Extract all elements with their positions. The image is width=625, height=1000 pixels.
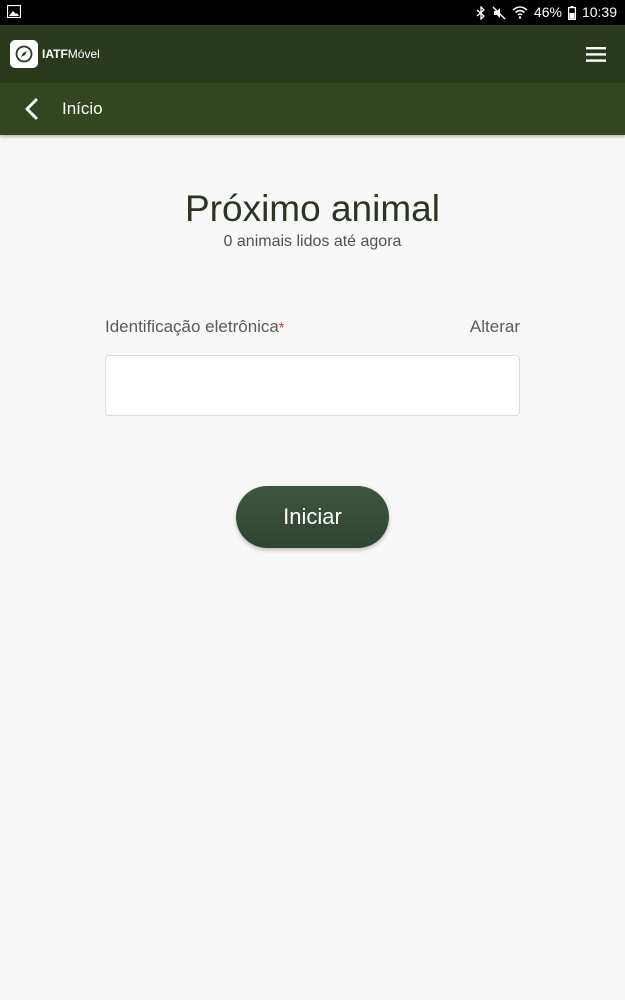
clock: 10:39: [581, 4, 617, 20]
start-button[interactable]: Iniciar: [236, 486, 389, 548]
nav-title[interactable]: Início: [62, 83, 103, 135]
required-mark: *: [278, 319, 285, 335]
status-icons: 46% 10:39: [476, 0, 617, 25]
hamburger-menu-icon[interactable]: [586, 47, 606, 62]
battery-icon: [567, 5, 576, 20]
status-bar: 46% 10:39: [0, 0, 625, 25]
app-logo[interactable]: IATFMóvel: [10, 40, 100, 68]
electronic-id-label-text: Identificação eletrônica: [105, 317, 279, 336]
wifi-icon: [512, 6, 528, 19]
app-bar: IATFMóvel: [0, 25, 625, 83]
electronic-id-input[interactable]: [105, 355, 520, 416]
page-title: Próximo animal: [185, 188, 440, 229]
alter-link[interactable]: Alterar: [470, 315, 520, 339]
animals-read-count: 0 animais lidos até agora: [223, 233, 402, 250]
bluetooth-icon: [476, 5, 485, 20]
logo-text: IATFMóvel: [42, 47, 100, 61]
electronic-id-label: Identificação eletrônica*: [105, 315, 284, 339]
chevron-left-icon[interactable]: [22, 98, 42, 120]
logo-badge: [10, 40, 38, 68]
logo-text-light: Móvel: [67, 47, 100, 61]
mute-icon: [492, 6, 506, 19]
battery-percent: 46%: [533, 4, 562, 20]
nav-bar: Início: [0, 83, 625, 135]
logo-text-bold: IATF: [42, 47, 68, 61]
image-icon: [7, 5, 21, 18]
compass-icon: [15, 45, 33, 63]
